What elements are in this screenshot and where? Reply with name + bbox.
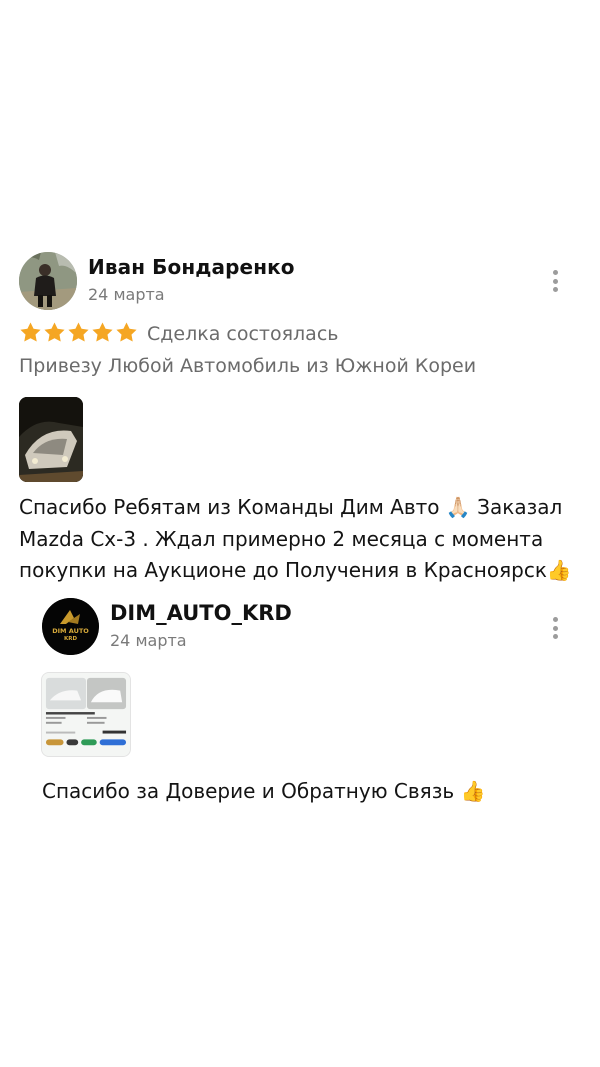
star-icon <box>92 322 113 342</box>
svg-text:DIM AUTO: DIM AUTO <box>52 627 89 635</box>
review-page: Иван Бондаренко 24 марта Сделка состояла… <box>0 0 600 1067</box>
reply-avatar[interactable]: DIM AUTO KRD <box>42 598 99 655</box>
star-icon <box>44 322 65 342</box>
review-photo[interactable] <box>19 397 83 482</box>
author-name[interactable]: Иван Бондаренко <box>88 255 295 279</box>
organization-name[interactable]: Привезу Любой Автомобиль из Южной Кореи <box>19 355 476 377</box>
review-more-options-icon[interactable] <box>545 268 565 294</box>
reply-date: 24 марта <box>110 631 187 650</box>
star-icon <box>68 322 89 342</box>
reply-author-name[interactable]: DIM_AUTO_KRD <box>110 601 292 625</box>
review-text: Спасибо Ребятам из Команды Дим Авто 🙏🏻 З… <box>19 492 579 587</box>
review-text-line: Спасибо Ребятам из Команды Дим Авто 🙏🏻 З… <box>19 495 563 519</box>
author-avatar[interactable] <box>19 252 77 310</box>
star-rating <box>19 321 138 344</box>
star-icon <box>20 322 41 342</box>
svg-text:KRD: KRD <box>64 636 77 642</box>
reply-photo[interactable] <box>41 672 131 757</box>
reply-text: Спасибо за Доверие и Обратную Связь 👍 <box>42 779 486 803</box>
review-date: 24 марта <box>88 285 165 304</box>
deal-status: Сделка состоялась <box>147 323 339 345</box>
review-text-line: Mazda Cx-3 . Ждал примерно 2 месяца с мо… <box>19 526 544 551</box>
star-icon <box>116 322 137 342</box>
review-text-line: покупки на Аукционе до Получения в Красн… <box>19 558 572 582</box>
reply-more-options-icon[interactable] <box>545 615 565 641</box>
